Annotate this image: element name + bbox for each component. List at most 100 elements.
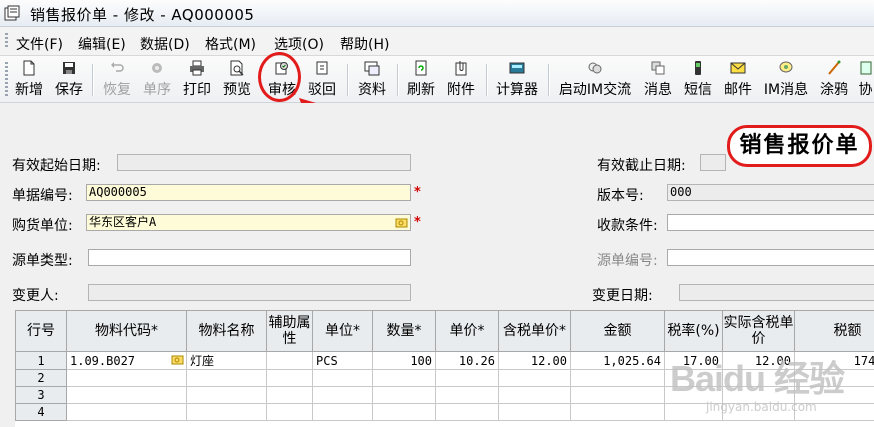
grid-cell[interactable] — [312, 369, 373, 387]
source-type-field[interactable] — [88, 249, 411, 266]
menu-data[interactable]: 数据(D) — [140, 34, 190, 54]
col-header[interactable]: 物料代码* — [66, 310, 187, 352]
sequence-button[interactable]: 单序 — [140, 60, 174, 100]
valid-to-label: 有效截止日期: — [597, 158, 686, 174]
toolbar-grip — [5, 62, 8, 96]
watermark-subtext: jingyan.baidu.com — [706, 400, 817, 414]
refresh-button[interactable]: 刷新 — [404, 60, 438, 100]
grid-cell[interactable] — [266, 403, 313, 421]
customer-label: 购货单位: — [12, 218, 73, 234]
cell-material-name[interactable]: 灯座 — [186, 351, 267, 370]
menu-options[interactable]: 选项(O) — [274, 34, 324, 54]
save-button[interactable]: 保存 — [52, 60, 86, 100]
grid-cell[interactable] — [66, 386, 187, 404]
version-field[interactable]: 000 — [667, 184, 874, 201]
menu-format[interactable]: 格式(M) — [205, 34, 256, 54]
menu-file[interactable]: 文件(F) — [16, 34, 63, 54]
message-button[interactable]: 消息 — [641, 60, 675, 100]
grid-cell[interactable] — [266, 369, 313, 387]
doodle-button[interactable]: 涂鸦 — [817, 60, 851, 100]
toolbar: 新增 保存 恢复 单序 打印 预览 审核 驳回 资料 刷新 附件 计算器 启动I… — [0, 56, 874, 103]
valid-to-field[interactable] — [700, 154, 726, 171]
grid-cell[interactable] — [435, 369, 499, 387]
print-button[interactable]: 打印 — [180, 60, 214, 100]
col-header[interactable]: 行号 — [15, 310, 67, 352]
col-header[interactable]: 物料名称 — [186, 310, 267, 352]
col-header[interactable]: 辅助属性 — [266, 310, 313, 352]
lookup-icon[interactable] — [171, 353, 184, 366]
save-button-label: 保存 — [55, 82, 83, 98]
menu-help[interactable]: 帮助(H) — [340, 34, 389, 54]
col-header[interactable]: 单位* — [312, 310, 373, 352]
customer-field[interactable]: 华东区客户A — [86, 214, 411, 231]
grid-cell[interactable] — [312, 403, 373, 421]
grid-cell[interactable] — [186, 386, 267, 404]
cell-tax-price[interactable]: 12.00 — [498, 351, 571, 370]
lookup-icon[interactable] — [395, 216, 408, 229]
grid-cell[interactable] — [570, 386, 665, 404]
calculator-button[interactable]: 计算器 — [493, 60, 541, 100]
grid-cell[interactable] — [498, 403, 571, 421]
im-start-button[interactable]: 启动IM交流 — [555, 60, 635, 100]
collab-button-label: 协 — [858, 82, 873, 98]
calculator-icon — [509, 62, 525, 74]
col-header[interactable]: 含税单价* — [498, 310, 571, 352]
grid-cell[interactable] — [570, 403, 665, 421]
grid-cell[interactable] — [372, 386, 436, 404]
grid-cell[interactable] — [498, 369, 571, 387]
payment-field[interactable] — [667, 214, 874, 231]
im-start-icon — [588, 62, 602, 74]
grid-cell[interactable] — [266, 386, 313, 404]
grid-cell[interactable] — [186, 369, 267, 387]
grid-cell[interactable] — [372, 369, 436, 387]
grid-cell[interactable] — [435, 403, 499, 421]
col-header[interactable]: 数量* — [372, 310, 436, 352]
audit-highlight-circle — [258, 52, 301, 102]
row-number: 4 — [15, 403, 67, 421]
info-button-label: 资料 — [358, 82, 386, 98]
doc-no-label: 单据编号: — [12, 188, 73, 204]
mail-button[interactable]: 邮件 — [721, 60, 755, 100]
source-type-label: 源单类型: — [12, 253, 73, 269]
reject-button[interactable]: 驳回 — [305, 60, 339, 100]
grid-cell[interactable] — [570, 369, 665, 387]
new-button[interactable]: 新增 — [12, 60, 46, 100]
watermark-text: Baidu 经验 — [670, 358, 845, 399]
grid-cell[interactable] — [498, 386, 571, 404]
source-no-field[interactable] — [667, 249, 874, 266]
grid-cell[interactable] — [372, 403, 436, 421]
col-header[interactable]: 单价* — [435, 310, 499, 352]
valid-from-field[interactable] — [117, 154, 411, 171]
grid-cell[interactable] — [66, 369, 187, 387]
grid-cell[interactable] — [312, 386, 373, 404]
grid-cell[interactable] — [435, 386, 499, 404]
cell-unit[interactable]: PCS — [312, 351, 373, 370]
cell-aux-attr[interactable] — [266, 351, 313, 370]
cell-material-code[interactable]: 1.09.B027 — [66, 351, 187, 370]
restore-button[interactable]: 恢复 — [100, 60, 134, 100]
grid-cell[interactable] — [186, 403, 267, 421]
info-button[interactable]: 资料 — [355, 60, 389, 100]
restore-button-label: 恢复 — [103, 82, 131, 98]
cell-amount[interactable]: 1,025.64 — [570, 351, 665, 370]
doodle-button-label: 涂鸦 — [820, 82, 848, 98]
grid-cell[interactable] — [66, 403, 187, 421]
preview-button[interactable]: 预览 — [220, 60, 254, 100]
sms-button[interactable]: 短信 — [681, 60, 715, 100]
col-header[interactable]: 金额 — [570, 310, 665, 352]
collab-button[interactable]: 协 — [857, 60, 874, 100]
save-icon — [63, 62, 75, 74]
cell-price[interactable]: 10.26 — [435, 351, 499, 370]
cell-qty[interactable]: 100 — [372, 351, 436, 370]
change-date-field[interactable] — [679, 284, 874, 301]
toolbar-separator — [486, 64, 488, 96]
doodle-icon — [828, 60, 841, 75]
attachment-button[interactable]: 附件 — [444, 60, 478, 100]
im-message-button[interactable]: IM消息 — [761, 60, 811, 100]
payment-label: 收款条件: — [597, 218, 658, 234]
changed-by-field[interactable] — [88, 284, 411, 301]
doc-no-field[interactable]: AQ000005 — [86, 184, 411, 201]
menu-edit[interactable]: 编辑(E) — [78, 34, 126, 54]
row-number: 3 — [15, 386, 67, 404]
collab-icon — [860, 61, 871, 75]
